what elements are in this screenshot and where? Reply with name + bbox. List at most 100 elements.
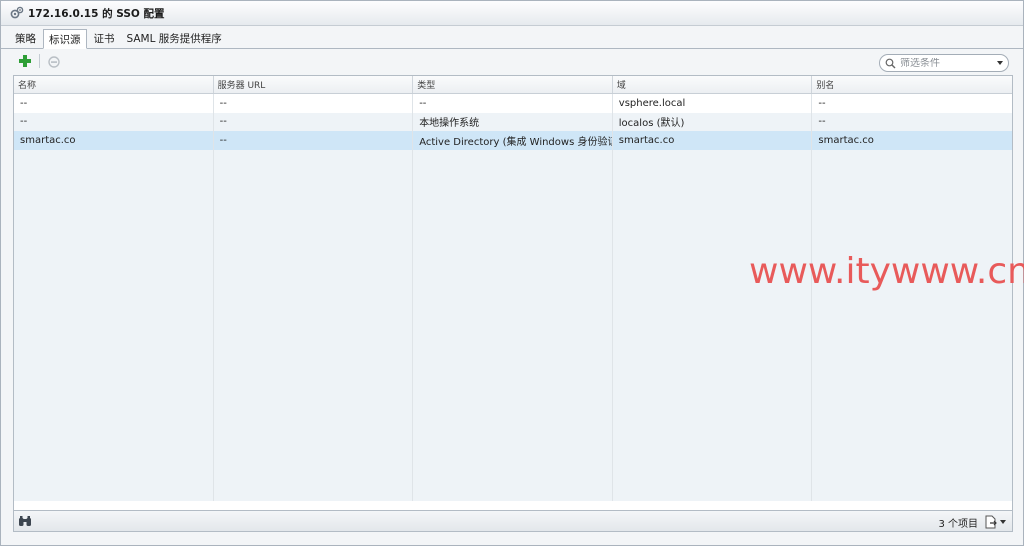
empty-cell (413, 205, 613, 224)
table-row-selected[interactable]: smartac.co -- Active Directory (集成 Windo… (14, 131, 1012, 150)
empty-cell (14, 408, 214, 427)
empty-cell (14, 482, 214, 501)
title-bar: 172.16.0.15 的 SSO 配置 (1, 1, 1023, 26)
window-title: 172.16.0.15 的 SSO 配置 (28, 7, 165, 20)
empty-row (14, 371, 1012, 391)
empty-cell (214, 168, 414, 187)
empty-cell (812, 390, 1012, 409)
empty-row (14, 205, 1012, 224)
empty-cell (413, 168, 613, 187)
empty-cell (413, 297, 613, 316)
empty-cell (14, 464, 214, 483)
chevron-down-icon[interactable] (997, 61, 1003, 65)
empty-cell (214, 353, 414, 372)
empty-cell (613, 186, 813, 205)
empty-cell (413, 427, 613, 446)
empty-cell (613, 168, 813, 187)
column-header-domain[interactable]: 域 (613, 76, 813, 93)
empty-cell (812, 335, 1012, 354)
empty-cell (812, 298, 1012, 317)
empty-cell (613, 316, 813, 335)
cell-name: -- (14, 94, 214, 113)
empty-row (14, 445, 1012, 465)
empty-cell (413, 316, 613, 335)
empty-cell (613, 482, 813, 501)
empty-row (14, 427, 1012, 446)
empty-cell (812, 316, 1012, 335)
empty-row (14, 168, 1012, 187)
cell-alias: -- (818, 116, 826, 128)
filter-input[interactable] (900, 57, 992, 69)
empty-cell (214, 149, 414, 168)
empty-cell (812, 464, 1012, 483)
empty-cell (214, 390, 414, 409)
empty-cell (214, 279, 414, 298)
tab-saml-providers[interactable]: SAML 服务提供程序 (122, 29, 227, 48)
sso-config-window: 172.16.0.15 的 SSO 配置 策略 标识源 证书 SAML 服务提供… (0, 0, 1024, 546)
chevron-down-icon[interactable] (1000, 519, 1006, 524)
empty-cell (14, 316, 214, 335)
tab-identity-sources[interactable]: 标识源 (43, 29, 87, 49)
column-header-name[interactable]: 名称 (14, 76, 214, 93)
empty-cell (613, 205, 813, 224)
cell-type: Active Directory (集成 Windows 身份验证) (413, 131, 613, 150)
empty-cell (613, 334, 813, 353)
empty-cell (812, 446, 1012, 465)
empty-cell (812, 353, 1012, 372)
empty-cell (613, 149, 813, 168)
export-button[interactable] (984, 514, 1008, 529)
empty-row (14, 464, 1012, 483)
empty-cell (14, 168, 214, 187)
column-header-alias[interactable]: 别名 (812, 76, 1012, 93)
empty-cell (214, 242, 414, 261)
filter-box[interactable] (879, 54, 1009, 72)
empty-cell (812, 409, 1012, 428)
plus-icon[interactable] (17, 53, 33, 69)
cell-server-url: -- (214, 112, 414, 131)
empty-cell (14, 371, 214, 390)
empty-cell (812, 205, 1012, 224)
empty-cell (613, 297, 813, 316)
empty-row (14, 390, 1012, 409)
empty-cell (413, 371, 613, 390)
remove-icon[interactable] (46, 53, 62, 69)
empty-cell (214, 482, 414, 501)
export-icon (985, 515, 997, 528)
cell-name: smartac.co (14, 131, 214, 150)
cell-domain: smartac.co (613, 131, 813, 150)
empty-cell (14, 149, 214, 168)
column-header-type[interactable]: 类型 (413, 76, 613, 93)
tab-policies[interactable]: 策略 (10, 29, 41, 48)
empty-cell (214, 297, 414, 316)
empty-cell (214, 408, 414, 427)
empty-cell (613, 371, 813, 390)
table-row[interactable]: -- -- -- vsphere.local -- (14, 94, 1012, 113)
empty-cell (14, 353, 214, 372)
tab-strip: 策略 标识源 证书 SAML 服务提供程序 (1, 26, 1023, 49)
empty-cell (14, 223, 214, 242)
empty-cell (413, 149, 613, 168)
tab-certificates[interactable]: 证书 (89, 29, 120, 48)
empty-row (14, 334, 1012, 354)
empty-cell (14, 260, 214, 279)
empty-cell (14, 279, 214, 298)
status-bar: 3 个项目 (13, 511, 1013, 532)
watermark-text: www.itywww.cn (749, 251, 1024, 292)
empty-cell (613, 408, 813, 427)
empty-cell (812, 483, 1012, 502)
cell-type: -- (413, 94, 613, 113)
empty-cell (812, 168, 1012, 187)
cell-domain: vsphere.local (613, 94, 813, 113)
table-row[interactable]: -- -- 本地操作系统 localos (默认) -- (14, 112, 1012, 131)
empty-cell (613, 390, 813, 409)
empty-cell (613, 464, 813, 483)
empty-cell (14, 205, 214, 224)
binoculars-icon[interactable] (18, 515, 32, 527)
empty-cell (812, 187, 1012, 206)
empty-cell (812, 372, 1012, 391)
empty-row (14, 316, 1012, 335)
empty-cell (14, 242, 214, 261)
empty-cell (413, 482, 613, 501)
empty-cell (812, 427, 1012, 446)
column-header-server-url[interactable]: 服务器 URL (214, 76, 414, 93)
